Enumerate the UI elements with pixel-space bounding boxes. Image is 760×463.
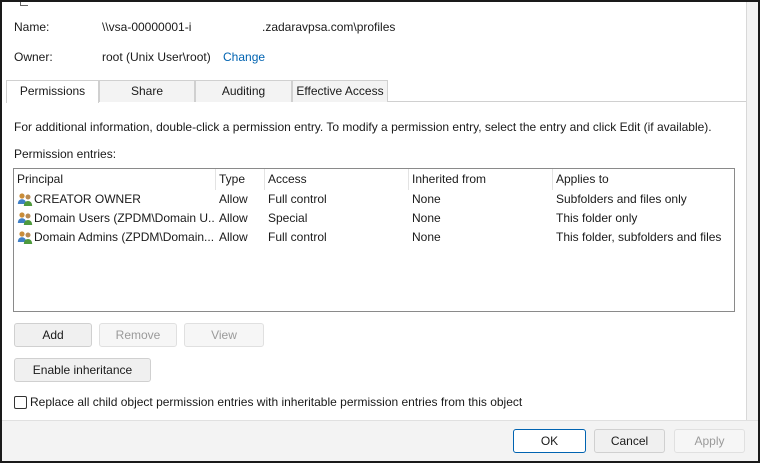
cell-type: Allow: [219, 230, 248, 244]
tab-share[interactable]: Share: [99, 80, 195, 102]
permission-entries-list[interactable]: Principal Type Access Inherited from App…: [13, 168, 735, 312]
info-text: For additional information, double-click…: [14, 120, 712, 134]
cell-access: Special: [268, 211, 308, 225]
tab-auditing[interactable]: Auditing: [195, 80, 292, 102]
owner-label: Owner:: [14, 50, 53, 64]
column-header-applies-to[interactable]: Applies to: [553, 169, 734, 190]
decorative-mark: [20, 2, 28, 6]
remove-button[interactable]: Remove: [99, 323, 177, 347]
view-button[interactable]: View: [184, 323, 264, 347]
ok-button[interactable]: OK: [513, 429, 586, 453]
table-row[interactable]: Domain Users (ZPDM\Domain U... Allow Spe…: [14, 209, 734, 228]
cell-principal: CREATOR OWNER: [34, 192, 141, 206]
apply-button[interactable]: Apply: [674, 429, 745, 453]
cell-applies-to: Subfolders and files only: [556, 192, 687, 206]
cell-principal: Domain Admins (ZPDM\Domain...: [34, 230, 214, 244]
dialog-footer: OK Cancel Apply: [2, 420, 758, 461]
cell-inherited-from: None: [412, 211, 441, 225]
column-header-principal[interactable]: Principal: [14, 169, 216, 190]
users-group-icon: [17, 231, 33, 244]
replace-child-permissions-label: Replace all child object permission entr…: [30, 395, 523, 409]
tab-permissions[interactable]: Permissions: [6, 80, 99, 103]
users-group-icon: [17, 193, 33, 206]
column-header-access[interactable]: Access: [265, 169, 409, 190]
dialog-edge: [746, 2, 758, 422]
enable-inheritance-button[interactable]: Enable inheritance: [14, 358, 151, 382]
change-owner-link[interactable]: Change: [223, 50, 265, 64]
table-row[interactable]: Domain Admins (ZPDM\Domain... Allow Full…: [14, 228, 734, 247]
owner-value: root (Unix User\root): [102, 50, 211, 64]
tab-effective-access[interactable]: Effective Access: [292, 80, 388, 102]
name-label: Name:: [14, 20, 50, 34]
cell-access: Full control: [268, 192, 327, 206]
cell-inherited-from: None: [412, 192, 441, 206]
cell-access: Full control: [268, 230, 327, 244]
replace-child-permissions-checkbox[interactable]: [14, 396, 27, 409]
list-header: Principal Type Access Inherited from App…: [14, 169, 734, 190]
cell-type: Allow: [219, 211, 248, 225]
cell-inherited-from: None: [412, 230, 441, 244]
permissions-dialog: Name: \\vsa-00000001-i .zadaravpsa.com\p…: [0, 0, 760, 463]
permission-entries-label: Permission entries:: [14, 147, 117, 161]
users-group-icon: [17, 212, 33, 225]
name-suffix: .zadaravpsa.com\profiles: [262, 20, 396, 34]
add-button[interactable]: Add: [14, 323, 92, 347]
cell-type: Allow: [219, 192, 248, 206]
table-row[interactable]: CREATOR OWNER Allow Full control None Su…: [14, 190, 734, 209]
name-prefix: \\vsa-00000001-i: [102, 20, 192, 34]
cell-applies-to: This folder, subfolders and files: [556, 230, 722, 244]
column-header-inherited-from[interactable]: Inherited from: [409, 169, 553, 190]
cell-applies-to: This folder only: [556, 211, 638, 225]
column-header-type[interactable]: Type: [216, 169, 265, 190]
cell-principal: Domain Users (ZPDM\Domain U...: [34, 211, 214, 225]
cancel-button[interactable]: Cancel: [594, 429, 665, 453]
